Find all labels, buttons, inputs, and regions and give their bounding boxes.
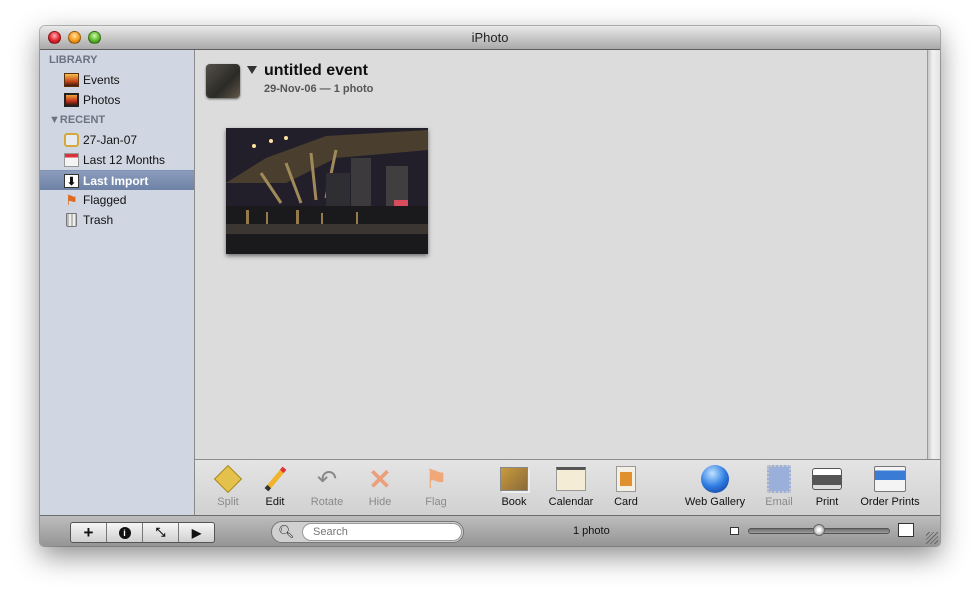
edit-button[interactable]: Edit [257,462,293,514]
large-thumbnail-icon[interactable] [898,523,914,537]
search-field: 🔍︎ [271,521,464,543]
library-header: LIBRARY [49,54,98,66]
stamp-icon [767,465,791,493]
resize-grip[interactable] [926,532,938,544]
sidebar-item-events[interactable]: Events [40,70,194,90]
play-icon: ▶ [191,525,202,540]
iphoto-window: iPhoto LIBRARY Events Photos ▼RECENT 27-… [40,26,940,546]
book-button[interactable]: Book [495,462,533,514]
card-button[interactable]: Card [609,462,643,514]
photos-icon [64,93,79,107]
slider-knob[interactable] [813,524,825,536]
search-input[interactable] [302,523,462,541]
hide-button[interactable]: ✕ Hide [361,462,399,514]
import-icon: ⬇ [64,174,79,188]
book-icon [500,467,528,491]
trash-icon [66,213,77,227]
hide-x-icon: ✕ [368,463,392,495]
add-button[interactable]: + [71,523,107,542]
calendar-button[interactable]: Calendar [545,462,597,514]
fullscreen-icon: ⤡ [155,525,166,539]
flag-button[interactable]: ⚑ Flag [417,462,455,514]
action-buttons: + i ⤡ ▶ [70,522,215,543]
events-icon [64,73,79,87]
rotate-button[interactable]: ↶ Rotate [305,462,349,514]
photo-thumbnail[interactable] [226,128,428,254]
event-subtitle: 29-Nov-06 — 1 photo [264,83,374,95]
status-bar: + i ⤡ ▶ 🔍︎ 1 photo [40,515,940,546]
disclosure-triangle-icon: ▼ [49,114,60,126]
slideshow-button[interactable]: ▶ [179,523,214,542]
event-title[interactable]: untitled event [264,62,368,80]
sidebar-item-photos[interactable]: Photos [40,90,194,110]
event-album-icon [64,133,79,147]
order-prints-button[interactable]: Order Prints [855,462,925,514]
calendar-toolbar-icon [556,467,586,491]
close-button[interactable] [48,31,61,44]
rotate-icon: ↶ [316,465,338,493]
print-button[interactable]: Print [809,462,845,514]
source-list: LIBRARY Events Photos ▼RECENT 27-Jan-07 … [40,50,195,515]
split-button[interactable]: Split [209,462,247,514]
split-icon [213,464,243,494]
sidebar-item-trash[interactable]: Trash [40,210,194,230]
sidebar-item-flagged[interactable]: ⚑ Flagged [40,190,194,210]
printer-icon [812,468,842,490]
thumbnail-size-slider[interactable] [748,524,890,536]
small-thumbnail-icon[interactable] [730,527,739,535]
sidebar-item-27-jan-07[interactable]: 27-Jan-07 [40,130,194,150]
pencil-icon [264,466,286,492]
info-icon: i [118,526,131,539]
fullscreen-button[interactable]: ⤡ [143,523,179,542]
search-icon[interactable]: 🔍︎ [278,524,295,540]
vertical-scrollbar[interactable] [927,50,940,459]
title-bar: iPhoto [40,26,940,50]
zoom-button[interactable] [88,31,101,44]
minimize-button[interactable] [68,31,81,44]
order-prints-icon [874,466,906,492]
recent-header[interactable]: ▼RECENT [40,110,194,130]
bottom-toolbar: Split Edit ↶ Rotate ✕ Hide ⚑ Flag Book C… [195,459,940,515]
flag-toolbar-icon: ⚑ [424,463,448,494]
bridge-night-photo [226,128,428,254]
calendar-icon [64,153,79,167]
window-title: iPhoto [471,30,509,45]
event-key-photo[interactable] [206,64,240,98]
flag-icon: ⚑ [65,192,78,208]
email-button[interactable]: Email [761,462,797,514]
card-icon [616,466,636,492]
sidebar-item-last-import[interactable]: ⬇ Last Import [40,170,194,190]
info-button[interactable]: i [107,523,143,542]
photo-count: 1 photo [573,525,610,537]
sidebar-item-last-12-months[interactable]: Last 12 Months [40,150,194,170]
web-gallery-button[interactable]: Web Gallery [681,462,749,514]
event-disclosure-icon[interactable] [247,66,257,74]
photo-browser: untitled event 29-Nov-06 — 1 photo [195,50,927,459]
globe-icon [701,465,729,493]
